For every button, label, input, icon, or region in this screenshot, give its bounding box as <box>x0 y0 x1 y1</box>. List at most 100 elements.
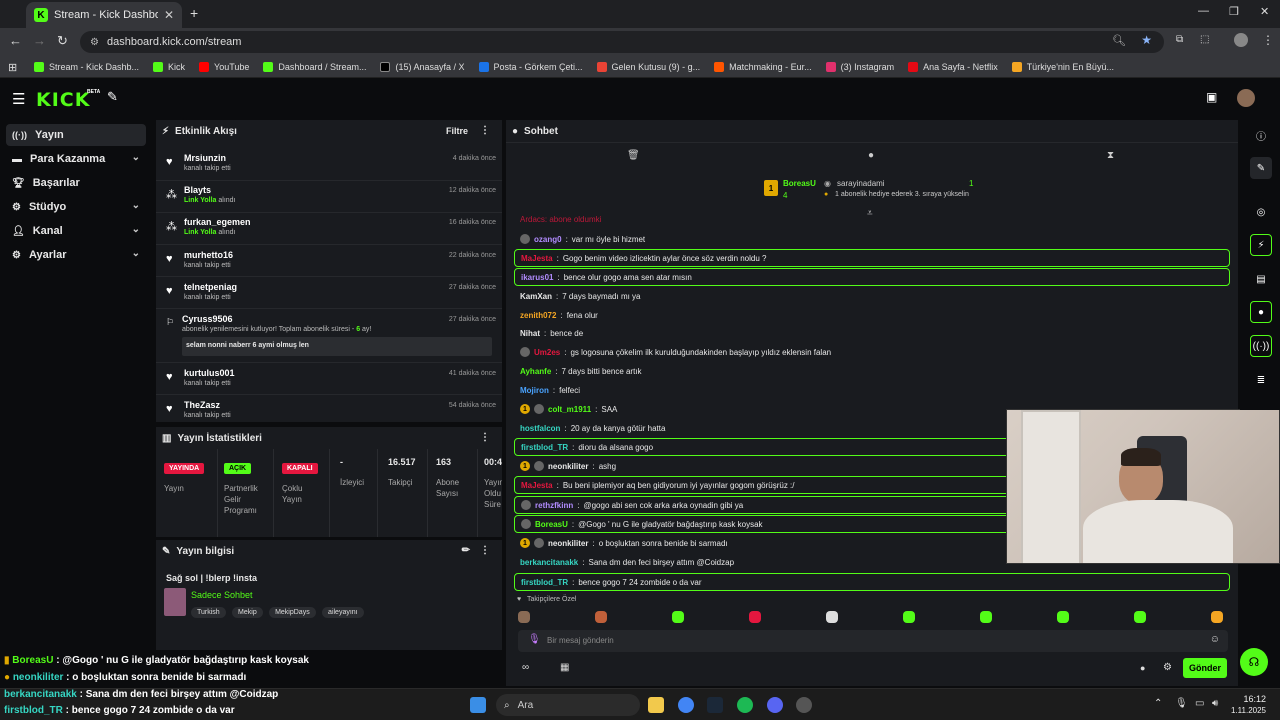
chat-avatar[interactable] <box>534 404 544 414</box>
bookmark-item[interactable]: Gelen Kutusu (9) - g... <box>596 61 700 72</box>
preview-icon[interactable]: ▣ <box>1206 90 1217 104</box>
spotify-icon[interactable] <box>737 697 753 713</box>
kick-logo[interactable]: KICK <box>36 89 90 111</box>
window-close-icon[interactable]: ✕ <box>1260 5 1269 18</box>
user-avatar[interactable] <box>1237 89 1255 107</box>
bookmark-item[interactable]: (3) Instagram <box>825 61 894 72</box>
emoji-icon[interactable]: ☺ <box>1210 634 1220 645</box>
address-bar[interactable]: ⚙ dashboard.kick.com/stream 🔍︎ ★ <box>80 31 1164 53</box>
chat-username[interactable]: berkancitanakk <box>520 558 578 567</box>
chat-users-icon[interactable]: ● <box>1140 663 1145 673</box>
bookmark-item[interactable]: Posta - Görkem Çeti... <box>478 61 583 72</box>
slow-mode-icon[interactable]: ⧗ <box>1107 150 1114 161</box>
mic-icon[interactable]: 🎙︎ <box>1175 698 1188 709</box>
chat-username[interactable]: rethzfkinn <box>535 501 573 510</box>
tab-close-icon[interactable]: ✕ <box>164 8 174 22</box>
sidebar-item-para-kazanma[interactable]: ▬ Para Kazanma ⌄ <box>6 148 146 170</box>
chat-avatar[interactable] <box>534 461 544 471</box>
event-username[interactable]: TheZasz <box>184 400 220 410</box>
chat-username[interactable]: firstblod_TR <box>521 443 568 452</box>
bookmark-item[interactable]: YouTube <box>199 61 249 72</box>
chat-avatar[interactable] <box>520 347 530 357</box>
chat-username[interactable]: Um2es <box>534 348 560 357</box>
chat-username[interactable]: Ayhanfe <box>520 367 551 376</box>
category-thumbnail[interactable] <box>164 588 186 616</box>
bookmark-item[interactable]: Kick <box>153 61 185 72</box>
network-icon[interactable]: ▭ <box>1195 698 1204 709</box>
emote-icon[interactable] <box>980 611 992 623</box>
event-username[interactable]: Cyruss9506 <box>182 314 233 324</box>
chat-username[interactable]: colt_m1911 <box>548 405 591 414</box>
more-icon[interactable]: ⋮ <box>480 432 490 443</box>
emote-icon[interactable] <box>1057 611 1069 623</box>
profile-avatar[interactable] <box>1234 33 1248 47</box>
site-info-icon[interactable]: ⚙ <box>90 37 99 48</box>
sidebar-item-basarilar[interactable]: 🏆︎ Başarılar <box>6 172 146 194</box>
broadcast-icon[interactable]: ((·)) <box>1250 335 1272 357</box>
bookmark-star-icon[interactable]: ★ <box>1141 33 1152 47</box>
chat-username[interactable]: KamXan <box>520 292 552 301</box>
emote-icon[interactable] <box>749 611 761 623</box>
chat-username[interactable]: neonkiliter <box>548 539 588 548</box>
emote-icon[interactable] <box>1211 611 1223 623</box>
sidebar-item-ayarlar[interactable]: ⚙ Ayarlar ⌄ <box>6 244 146 266</box>
emote-icon[interactable] <box>518 611 530 623</box>
more-icon[interactable]: ⋮ <box>480 125 490 136</box>
tools-icon[interactable]: ✎ <box>107 89 118 105</box>
chat-username[interactable]: Nihat <box>520 329 540 338</box>
chat-username[interactable]: ikarus01 <box>521 273 553 282</box>
back-icon[interactable]: ← <box>9 33 22 48</box>
event-username[interactable]: Mrsiunzin <box>184 153 226 163</box>
chat-avatar[interactable] <box>521 500 531 510</box>
info-icon[interactable]: ⓘ <box>1250 124 1272 146</box>
bookmark-item[interactable]: Matchmaking - Eur... <box>714 61 812 72</box>
chat-input[interactable]: 🎙︎ Bir mesaj gönderin ☺ <box>518 630 1228 652</box>
emote-icon[interactable] <box>1134 611 1146 623</box>
bookmark-item[interactable]: (15) Anasayfa / X <box>380 61 465 72</box>
focus-icon[interactable]: ◎ <box>1250 201 1272 223</box>
leaderboard-user[interactable]: sarayinadami <box>837 179 885 188</box>
chat-settings-icon[interactable]: ⚙ <box>1163 662 1172 673</box>
emote-icon[interactable] <box>595 611 607 623</box>
clock-date[interactable]: 1.11.2025 <box>1206 706 1266 715</box>
clock-time[interactable]: 16:12 <box>1236 694 1266 704</box>
pencil-icon[interactable]: ✎ <box>1250 157 1272 179</box>
tag[interactable]: aileyayını <box>322 607 364 618</box>
reload-icon[interactable]: ↻ <box>57 33 68 49</box>
discord-icon[interactable] <box>767 697 783 713</box>
event-username[interactable]: kurtulus001 <box>184 368 235 378</box>
chat-mode-icon[interactable]: ● <box>868 150 874 161</box>
event-username[interactable]: murhetto16 <box>184 250 233 260</box>
mic-icon[interactable]: 🎙︎ <box>528 634 541 645</box>
bookmark-item[interactable]: Türkiye'nin En Büyü... <box>1011 61 1114 72</box>
chat-username[interactable]: ozang0 <box>534 235 562 244</box>
bookmark-item[interactable]: Stream - Kick Dashb... <box>34 61 139 72</box>
hamburger-menu-icon[interactable]: ☰ <box>12 90 25 108</box>
apps-grid-icon[interactable]: ⊞ <box>8 61 17 74</box>
emote-icon[interactable] <box>826 611 838 623</box>
stack-icon[interactable]: ≣ <box>1250 369 1272 391</box>
chat-username[interactable]: zenith072 <box>520 311 556 320</box>
bookmark-item[interactable]: Dashboard / Stream... <box>263 61 366 72</box>
chat-username[interactable]: Mojiron <box>520 386 549 395</box>
points-icon[interactable]: ∞ <box>522 662 529 673</box>
taskbar-search[interactable]: ⌕ Ara <box>496 694 640 716</box>
emote-icon[interactable] <box>903 611 915 623</box>
chat-avatar[interactable] <box>520 234 530 244</box>
file-explorer-icon[interactable] <box>648 697 664 713</box>
tag[interactable]: Mekip <box>232 607 263 618</box>
chat-username[interactable]: MaJesta <box>521 254 553 263</box>
filter-button[interactable]: Filtre <box>446 126 468 136</box>
event-username[interactable]: furkan_egemen <box>184 217 251 227</box>
lightning-icon[interactable]: ⚡︎ <box>1250 234 1272 256</box>
obs-icon[interactable] <box>796 697 812 713</box>
tag[interactable]: Turkish <box>191 607 226 618</box>
chat-bubble-icon[interactable]: ● <box>1250 301 1272 323</box>
windows-start-icon[interactable] <box>470 697 486 713</box>
chat-username[interactable]: neonkiliter <box>548 462 588 471</box>
category-name[interactable]: Sadece Sohbet <box>191 590 253 600</box>
chat-avatar[interactable] <box>521 519 531 529</box>
new-tab-icon[interactable]: + <box>190 5 198 21</box>
more-icon[interactable]: ⋮ <box>480 545 490 556</box>
chrome-icon[interactable] <box>678 697 694 713</box>
